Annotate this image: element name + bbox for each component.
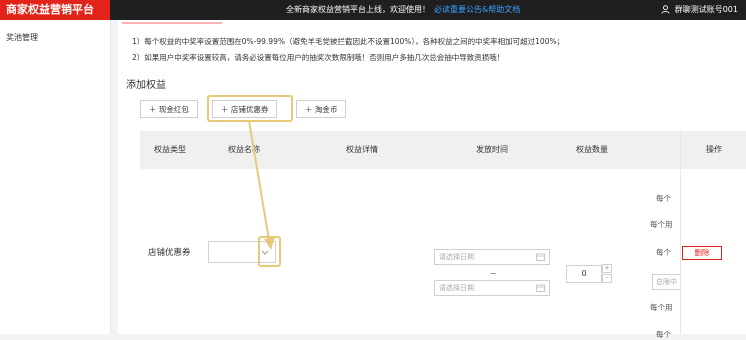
header-notice: 全新商家权益营销平台上线，欢迎使用！ 必读重要公告&帮助文档 [286,0,520,20]
main-content: 1）每个权益的中奖率设置范围在0%-99.99%（避免羊毛党被拦截因此不设置10… [118,20,746,339]
brand-logo[interactable]: 商家权益营销平台 [0,0,110,20]
notice-text: 全新商家权益营销平台上线，欢迎使用！ [286,5,430,14]
account-menu[interactable]: 群聊测试账号001 [661,0,738,20]
account-name: 群聊测试账号001 [674,5,738,14]
sidebar: 奖池管理 [0,20,111,334]
top-bar: 商家权益营销平台 全新商家权益营销平台上线，欢迎使用！ 必读重要公告&帮助文档 群… [0,0,746,20]
user-icon [661,5,670,14]
notice-help-link[interactable]: 必读重要公告&帮助文档 [434,5,520,14]
sidebar-item-prize-pool[interactable]: 奖池管理 [0,20,110,43]
annotation-arrow [248,120,275,250]
